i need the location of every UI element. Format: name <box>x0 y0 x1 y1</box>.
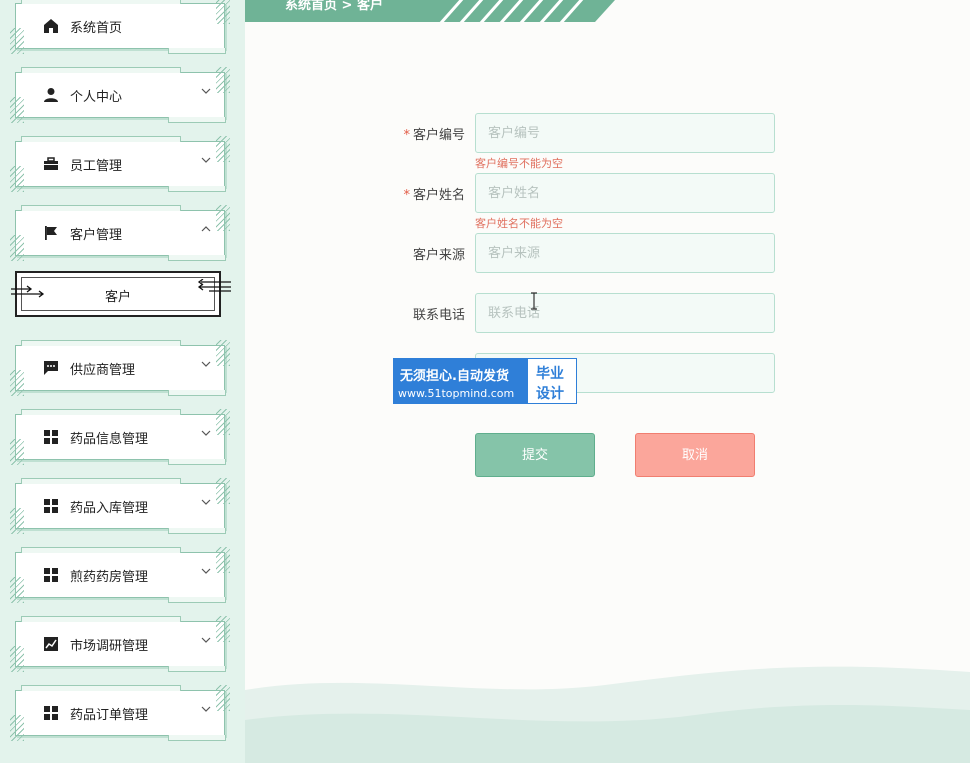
sidebar-item-label: 个人中心 <box>70 90 123 105</box>
chevron-down-icon <box>201 637 211 643</box>
sidebar: 系统首页 个人中心 员工管理 客户管理 客户 供应商管理 药品信息管理 药品入库… <box>0 0 245 763</box>
sidebar-item-decoction-pharmacy[interactable]: 煎药药房管理 <box>10 547 230 603</box>
user-icon <box>44 88 58 102</box>
decorative-wave <box>245 666 970 763</box>
submit-button[interactable]: 提交 <box>475 433 595 477</box>
customer-name-error: 客户姓名不能为空 <box>475 217 563 230</box>
chevron-down-icon <box>201 361 211 367</box>
customer-name-label: * 客户姓名 <box>403 188 465 203</box>
cancel-button[interactable]: 取消 <box>635 433 755 477</box>
customer-source-input[interactable] <box>475 233 775 273</box>
breadcrumb: 系统首页 > 客户 <box>245 0 615 22</box>
sidebar-item-label: 煎药药房管理 <box>70 570 149 585</box>
sidebar-item-label: 系统首页 <box>70 21 123 36</box>
watermark-right1: 毕业 <box>536 366 564 382</box>
customer-id-input[interactable] <box>475 113 775 153</box>
chevron-down-icon <box>201 499 211 505</box>
sidebar-item-personal-center[interactable]: 个人中心 <box>10 67 230 123</box>
sidebar-item-supplier[interactable]: 供应商管理 <box>10 340 230 396</box>
form-row-customer-source: 客户来源 <box>380 233 780 273</box>
sidebar-item-label: 市场调研管理 <box>70 639 149 654</box>
sidebar-item-drug-info[interactable]: 药品信息管理 <box>10 409 230 465</box>
customer-id-label: * 客户编号 <box>403 128 465 143</box>
sidebar-item-drug-orders[interactable]: 药品订单管理 <box>10 685 230 741</box>
breadcrumb-text: 系统首页 > 客户 <box>285 0 383 13</box>
form-row-customer-id: *客户编号 客户编号不能为空 <box>380 113 780 170</box>
sidebar-item-label: 供应商管理 <box>70 363 136 378</box>
customer-name-input[interactable] <box>475 173 775 213</box>
sidebar-item-label: 客户管理 <box>70 228 123 243</box>
chat-icon <box>44 361 58 375</box>
flag-icon <box>45 226 57 240</box>
grid-icon <box>44 430 58 444</box>
sidebar-item-label: 药品信息管理 <box>70 432 149 447</box>
chevron-down-icon <box>201 568 211 574</box>
sidebar-item-staff[interactable]: 员工管理 <box>10 136 230 192</box>
briefcase-icon <box>44 157 58 170</box>
sidebar-item-market-research[interactable]: 市场调研管理 <box>10 616 230 672</box>
chevron-down-icon <box>201 157 211 163</box>
grid-icon <box>44 499 58 513</box>
sidebar-item-label: 药品订单管理 <box>70 708 149 723</box>
phone-label: 联系电话 <box>412 308 465 323</box>
sidebar-item-home[interactable]: 系统首页 <box>10 0 230 54</box>
grid-icon <box>44 568 58 582</box>
form-row-customer-name: *客户姓名 客户姓名不能为空 <box>380 173 780 230</box>
watermark-right2: 设计 <box>536 386 564 402</box>
customer-id-error: 客户编号不能为空 <box>475 157 563 170</box>
chevron-up-icon <box>201 226 211 232</box>
sidebar-item-label: 员工管理 <box>70 159 123 174</box>
chevron-down-icon <box>201 706 211 712</box>
chevron-down-icon <box>201 430 211 436</box>
chevron-down-icon <box>201 88 211 94</box>
grid-icon <box>44 706 58 720</box>
watermark-line1: 无须担心.自动发货 <box>400 369 509 384</box>
sidebar-item-customer-management[interactable]: 客户管理 <box>10 205 230 261</box>
customer-source-label: 客户来源 <box>412 248 465 263</box>
watermark-badge: 无须担心.自动发货 www.51topmind.com 毕业 设计 <box>393 358 577 404</box>
form-row-phone: 联系电话 <box>380 293 780 333</box>
sidebar-item-drug-storage[interactable]: 药品入库管理 <box>10 478 230 534</box>
home-icon <box>44 19 58 33</box>
submenu-item-customer[interactable]: 客户 <box>11 271 231 317</box>
text-cursor-icon <box>531 292 537 310</box>
sidebar-item-label: 药品入库管理 <box>70 501 149 516</box>
chart-icon <box>44 637 58 651</box>
watermark-line2: www.51topmind.com <box>398 387 515 400</box>
submenu-item-label: 客户 <box>104 290 131 305</box>
phone-input[interactable] <box>475 293 775 333</box>
